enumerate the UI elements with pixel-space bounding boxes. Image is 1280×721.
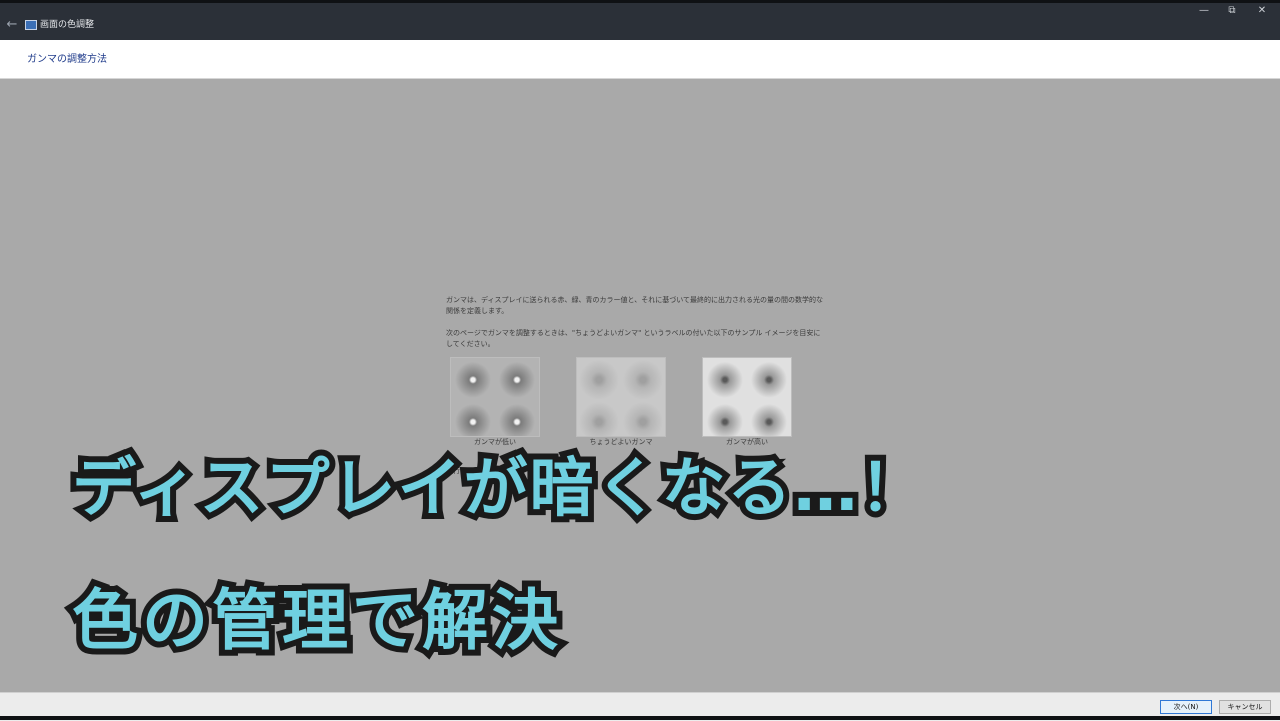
page-title: ガンマの調整方法 xyxy=(27,54,107,65)
sample-image xyxy=(450,357,540,437)
title-bar: ← 画面の色調整 — ⧉ ✕ xyxy=(0,0,1280,40)
top-border xyxy=(0,0,1280,3)
bottom-border xyxy=(0,716,1280,720)
restore-button[interactable]: ⧉ xyxy=(1215,4,1249,18)
close-button[interactable]: ✕ xyxy=(1245,4,1279,18)
back-arrow-icon[interactable]: ← xyxy=(4,17,20,33)
sample-high-gamma: ガンマが高い xyxy=(702,357,792,447)
cancel-button[interactable]: キャンセル xyxy=(1219,700,1271,714)
sample-image xyxy=(576,357,666,437)
page-header: ガンマの調整方法 xyxy=(0,40,1280,79)
sample-image xyxy=(702,357,792,437)
display-app-icon xyxy=(25,20,37,30)
sample-good-gamma: ちょうどよいガンマ xyxy=(576,357,666,447)
gamma-samples: ガンマが低い ちょうどよいガンマ ガンマが高い xyxy=(450,357,795,457)
gamma-instruction: 次のページでガンマを調整するときは、"ちょうどよいガンマ" というラベルの付いた… xyxy=(446,329,821,348)
window-title: 画面の色調整 xyxy=(40,20,95,30)
next-button[interactable]: 次へ(N) xyxy=(1160,700,1212,714)
sample-low-gamma: ガンマが低い xyxy=(450,357,540,447)
overlay-headline-1: ディスプレイが暗くなる…！ xyxy=(66,446,930,532)
gamma-description: ガンマは、ディスプレイに送られる赤、緑、青のカラー値と、それに基づいて最終的に出… xyxy=(446,296,824,315)
overlay-headline-2: 色の管理で解決 xyxy=(66,576,564,665)
description-block: ガンマは、ディスプレイに送られる赤、緑、青のカラー値と、それに基づいて最終的に出… xyxy=(446,295,826,350)
